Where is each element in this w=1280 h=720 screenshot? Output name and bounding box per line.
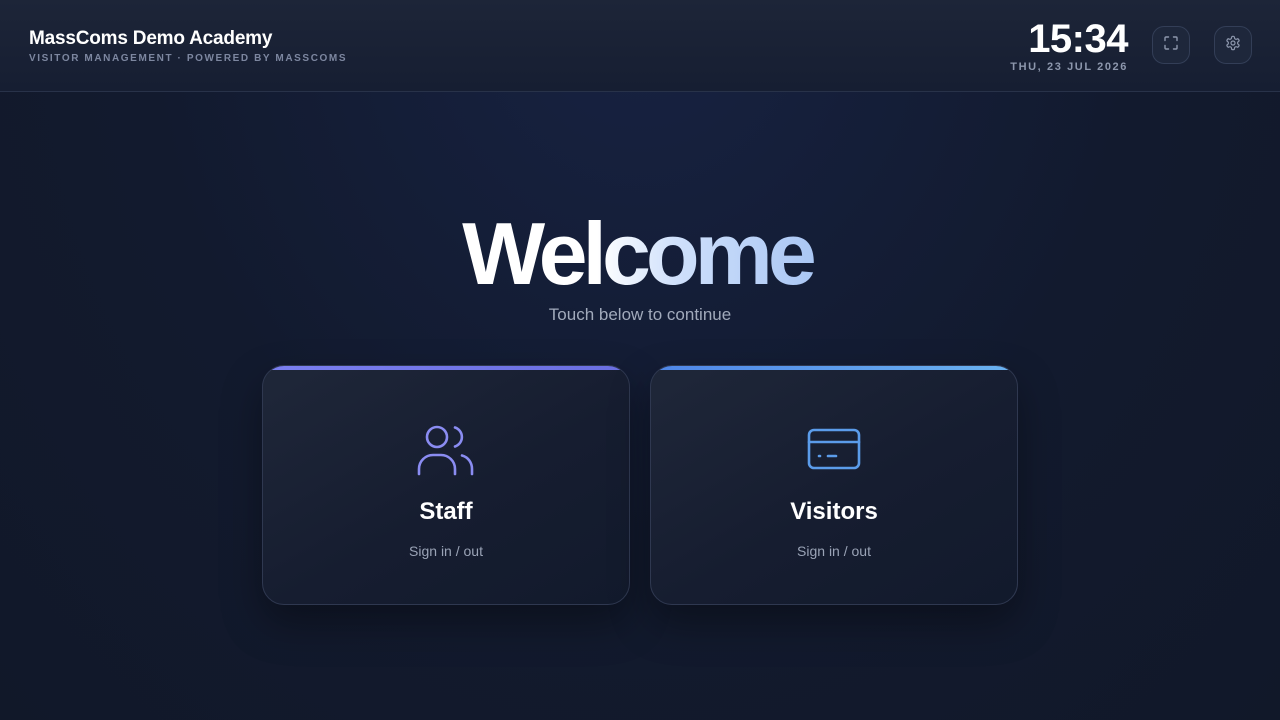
staff-card-subtitle: Sign in / out bbox=[409, 543, 483, 559]
credit-card-icon bbox=[651, 422, 1017, 478]
staff-card[interactable]: Staff Sign in / out bbox=[262, 365, 630, 605]
clock: 15:34 THU, 23 JUL 2026 bbox=[1010, 18, 1128, 74]
welcome-heading-text: Welcome bbox=[462, 204, 818, 303]
welcome-heading: Welcome bbox=[0, 204, 1280, 304]
gear-icon bbox=[1225, 35, 1241, 56]
app-title: MassComs Demo Academy bbox=[29, 28, 273, 49]
visitors-card-accent bbox=[651, 366, 1017, 370]
users-icon bbox=[263, 422, 629, 478]
clock-time: 15:34 bbox=[1028, 17, 1128, 61]
welcome-subheading: Touch below to continue bbox=[548, 305, 732, 324]
fullscreen-icon bbox=[1163, 35, 1179, 56]
brand: MassComs Demo Academy VISITOR MANAGEMENT… bbox=[29, 28, 347, 65]
visitors-card-title: Visitors bbox=[790, 498, 878, 525]
header-bar: MassComs Demo Academy VISITOR MANAGEMENT… bbox=[0, 0, 1280, 92]
staff-card-accent bbox=[263, 366, 629, 370]
settings-button[interactable] bbox=[1214, 26, 1252, 64]
visitors-card[interactable]: Visitors Sign in / out bbox=[650, 365, 1018, 605]
fullscreen-button[interactable] bbox=[1152, 26, 1190, 64]
clock-date: THU, 23 JUL 2026 bbox=[1010, 61, 1128, 73]
staff-card-title: Staff bbox=[419, 498, 473, 525]
app-subtitle: VISITOR MANAGEMENT · POWERED BY MASSCOMS bbox=[29, 53, 348, 64]
visitors-card-subtitle: Sign in / out bbox=[797, 543, 871, 559]
